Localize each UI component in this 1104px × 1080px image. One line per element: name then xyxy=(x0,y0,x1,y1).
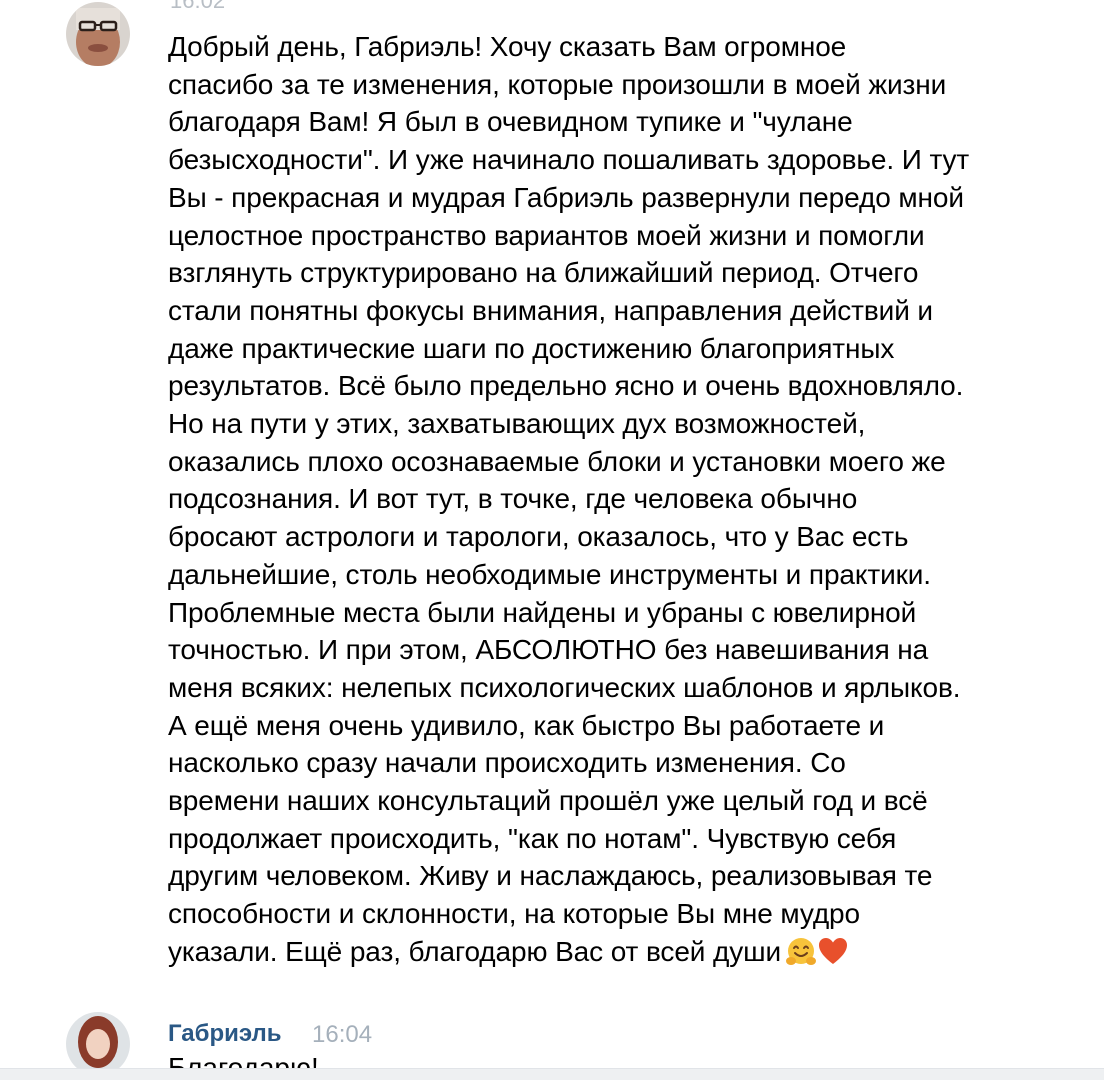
message-line: продолжает происходить, "как по нотам". … xyxy=(168,822,897,854)
message-time-partial: 16:02 xyxy=(170,0,226,13)
message-line: меня всяких: нелепых психологических шаб… xyxy=(168,671,961,703)
message-line: бросают астрологи и тарологи, оказалось,… xyxy=(168,521,909,553)
message-line: даже практические шаги по достижению бла… xyxy=(168,332,895,364)
message-line: стали понятны фокусы внимания, направлен… xyxy=(168,294,933,326)
message-line: безысходности". И уже начинало пошаливат… xyxy=(168,144,970,176)
message-line: Проблемные места были найдены и убраны с… xyxy=(168,596,917,628)
message-line: благодаря Вам! Я был в очевидном тупике … xyxy=(168,106,853,138)
message-line: А ещё меня очень удивило, как быстро Вы … xyxy=(168,709,885,741)
message-last-line: указали. Ещё раз, благодарю Вас от всей … xyxy=(168,933,1028,971)
message-line: Но на пути у этих, захватывающих дух воз… xyxy=(168,408,866,440)
bottom-bar xyxy=(0,1068,1104,1080)
chat-page: 16:02 Добрый день, Габриэль! Хочу сказат… xyxy=(0,0,1104,1080)
message-line: способности и склонности, на которые Вы … xyxy=(168,898,860,930)
message-line: Добрый день, Габриэль! Хочу сказать Вам … xyxy=(168,31,847,62)
heart-icon xyxy=(817,936,849,968)
avatar-customer[interactable] xyxy=(66,2,130,66)
message-line: точностью. И при этом, АБСОЛЮТНО без нав… xyxy=(168,634,929,666)
message-line: взглянуть структурировано на ближайший п… xyxy=(168,257,919,289)
message-line: спасибо за те изменения, которые произош… xyxy=(168,68,947,100)
message-text: Добрый день, Габриэль! Хочу сказать Вам … xyxy=(168,28,1028,971)
message-line: Вы - прекрасная и мудрая Габриэль развер… xyxy=(168,181,964,213)
message-line: целостное пространство вариантов моей жи… xyxy=(168,219,925,251)
message-time: 16:04 xyxy=(312,1021,373,1048)
message-line: насколько сразу начали происходить измен… xyxy=(168,747,846,779)
avatar-gabriel[interactable] xyxy=(66,1012,130,1076)
author-name[interactable]: Габриэль xyxy=(168,1020,282,1048)
hugging-face-icon xyxy=(785,936,817,968)
message-line: оказались плохо осознаваемые блоки и уст… xyxy=(168,445,946,477)
message-line: подсознания. И вот тут, в точке, где чел… xyxy=(168,483,858,515)
message-line: другим человеком. Живу и наслаждаюсь, ре… xyxy=(168,860,933,892)
message-line: результатов. Всё было предельно ясно и о… xyxy=(168,370,964,402)
message-line: дальнейшие, столь необходимые инструмент… xyxy=(168,558,931,590)
message-line: времени наших консультаций прошёл уже це… xyxy=(168,785,928,817)
message-line: указали. Ещё раз, благодарю Вас от всей … xyxy=(168,935,782,967)
